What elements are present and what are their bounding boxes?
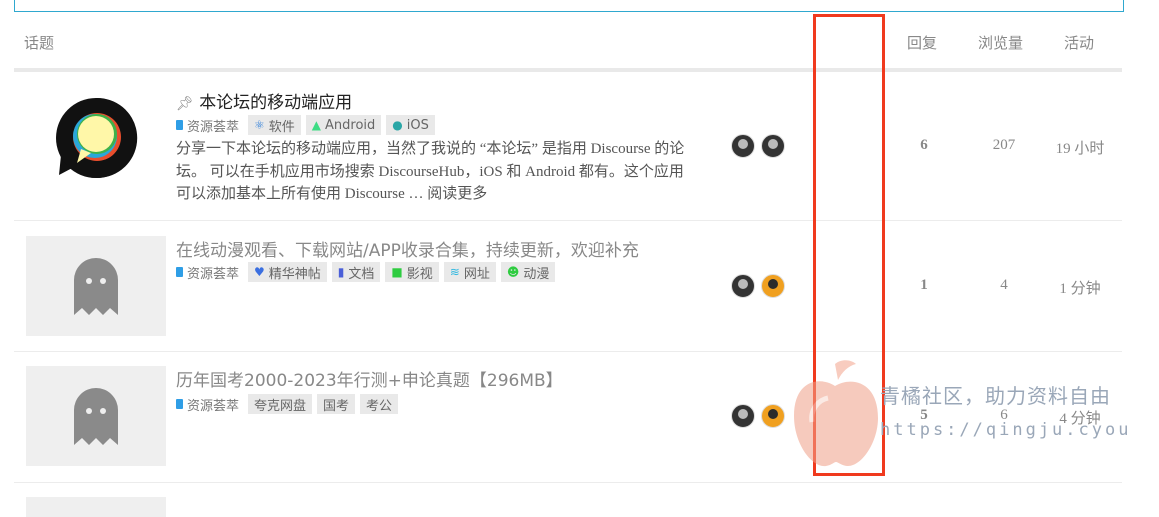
- apple-icon: ●: [392, 118, 403, 132]
- avatar[interactable]: [761, 274, 785, 298]
- heart-icon: ♥: [254, 265, 265, 279]
- topic-thumbnail[interactable]: [26, 366, 166, 466]
- avatar[interactable]: [761, 404, 785, 428]
- tag-video[interactable]: ■ 影视: [385, 262, 439, 282]
- view-count: 4: [1000, 277, 1008, 293]
- watermark-text: 青橘社区，助力资料自由: [880, 384, 1111, 408]
- poster-avatars: [731, 404, 785, 428]
- header-activity[interactable]: 活动: [1064, 32, 1094, 53]
- tag-ios[interactable]: ● iOS: [386, 115, 435, 135]
- tag-quark-drive[interactable]: 夸克网盘: [248, 394, 313, 414]
- category-square-icon: [176, 267, 183, 277]
- smile-icon: ☻: [506, 265, 520, 279]
- category-badge[interactable]: 资源荟萃: [176, 116, 239, 135]
- activity-time[interactable]: 1 分钟: [1050, 277, 1110, 298]
- topic-row[interactable]: [14, 483, 1122, 517]
- tag-software[interactable]: ⚛ 软件: [248, 115, 301, 135]
- tag-civil-exam[interactable]: 考公: [360, 394, 399, 414]
- view-count: 207: [992, 137, 1016, 153]
- search-box-frame[interactable]: [14, 0, 1124, 12]
- ghost-placeholder-icon: [74, 388, 118, 445]
- watermark-logo-icon: [794, 360, 878, 467]
- topic-row[interactable]: 在线动漫观看、下载网站/APP收录合集，持续更新，欢迎补充 资源荟萃 ♥ 精华神帖…: [14, 221, 1122, 352]
- tag-national-exam[interactable]: 国考: [317, 394, 356, 414]
- topic-title-link[interactable]: 历年国考2000-2023年行测+申论真题【296MB】: [176, 366, 563, 391]
- topic-excerpt[interactable]: 分享一下本论坛的移动端应用，当然了我说的 “本论坛” 是指用 Discourse…: [176, 138, 696, 206]
- topic-title-text: 本论坛的移动端应用: [199, 93, 353, 113]
- tag-featured[interactable]: ♥ 精华神帖: [248, 262, 327, 282]
- topic-row[interactable]: 📌︎ 本论坛的移动端应用 资源荟萃 ⚛ 软件 ▲ Android ● iOS 分享一下…: [14, 72, 1122, 221]
- software-icon: ⚛: [254, 118, 265, 132]
- avatar[interactable]: [761, 134, 785, 158]
- pin-icon: 📌︎: [176, 96, 194, 112]
- watermark-url: https://qingju.cyou: [880, 420, 1132, 440]
- avatar[interactable]: [731, 404, 755, 428]
- header-topic[interactable]: 话题: [24, 32, 54, 53]
- category-square-icon: [176, 399, 183, 409]
- topic-title-link[interactable]: 📌︎ 本论坛的移动端应用: [176, 88, 352, 113]
- header-views[interactable]: 浏览量: [978, 32, 1023, 53]
- topic-tags: 资源荟萃 ⚛ 软件 ▲ Android ● iOS: [176, 115, 435, 135]
- tag-anime[interactable]: ☻ 动漫: [500, 262, 556, 282]
- topic-row[interactable]: 历年国考2000-2023年行测+申论真题【296MB】 资源荟萃 夸克网盘 国…: [14, 352, 1122, 483]
- topic-thumbnail[interactable]: [26, 497, 166, 517]
- android-icon: ▲: [311, 118, 322, 132]
- topic-tags: 资源荟萃 夸克网盘 国考 考公: [176, 394, 399, 414]
- book-icon: ▮: [337, 265, 345, 279]
- header-replies[interactable]: 回复: [907, 32, 937, 53]
- video-icon: ■: [391, 265, 403, 279]
- topic-thumbnail[interactable]: [26, 236, 166, 336]
- ghost-placeholder-icon: [74, 258, 118, 315]
- activity-time[interactable]: 19 小时: [1050, 137, 1110, 158]
- avatar[interactable]: [731, 134, 755, 158]
- reply-count[interactable]: 6: [909, 137, 939, 154]
- avatar[interactable]: [731, 274, 755, 298]
- tag-android[interactable]: ▲ Android: [305, 115, 382, 135]
- topic-list-header: 话题 回复 浏览量 活动: [14, 22, 1122, 72]
- discourse-logo-icon: [56, 97, 138, 178]
- tag-docs[interactable]: ▮ 文档: [331, 262, 381, 282]
- topic-tags: 资源荟萃 ♥ 精华神帖 ▮ 文档 ■ 影视 ≋ 网址 ☻ 动漫: [176, 262, 556, 282]
- category-badge[interactable]: 资源荟萃: [176, 263, 239, 282]
- topic-title-link[interactable]: 在线动漫观看、下载网站/APP收录合集，持续更新，欢迎补充: [176, 236, 639, 261]
- wifi-icon: ≋: [449, 265, 460, 279]
- poster-avatars: [731, 274, 785, 298]
- tag-url[interactable]: ≋ 网址: [443, 262, 496, 282]
- topic-thumbnail[interactable]: [44, 86, 148, 190]
- category-square-icon: [176, 120, 183, 130]
- poster-avatars: [731, 134, 785, 158]
- reply-count[interactable]: 1: [909, 277, 939, 294]
- category-badge[interactable]: 资源荟萃: [176, 395, 239, 414]
